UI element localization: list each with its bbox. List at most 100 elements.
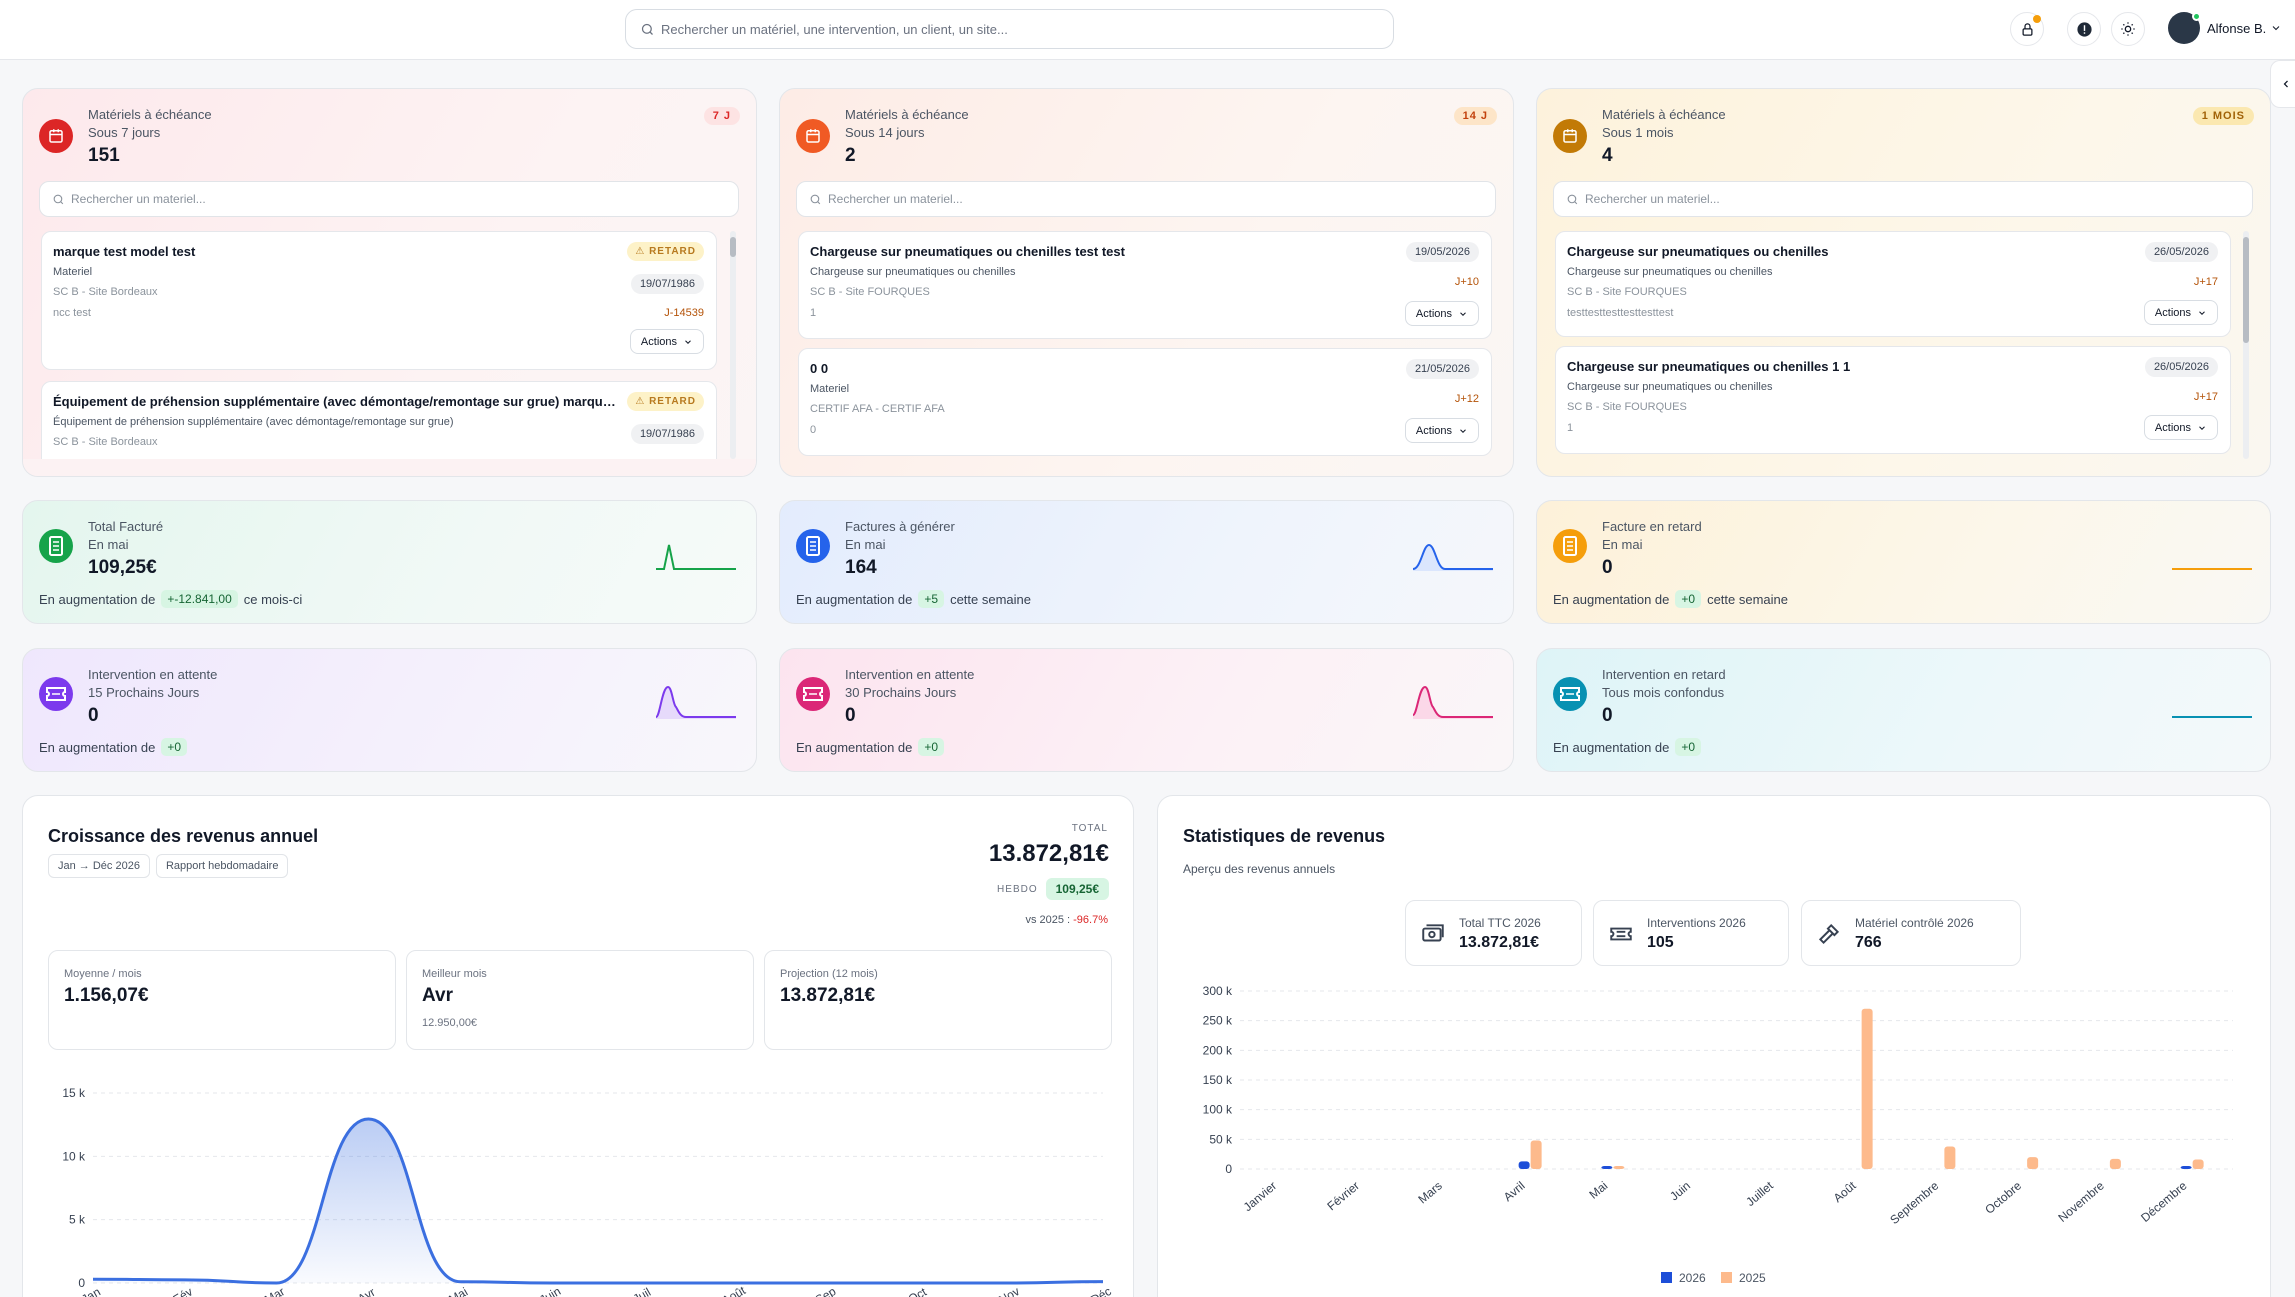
x-tick-label: Mai [1586, 1179, 1610, 1202]
list-item[interactable]: Chargeuse sur pneumatiques ou chenilles … [798, 231, 1492, 339]
status-label: RETARD [649, 396, 696, 407]
mini-stat-moyenne: Moyenne / mois 1.156,07€ [48, 950, 396, 1050]
hebdo-row: HEBDO 109,25€ [997, 878, 1109, 900]
item-title: Équipement de préhension supplémentaire … [53, 394, 618, 409]
kpi-icon [1553, 677, 1587, 711]
bar-2025 [1530, 1140, 1542, 1169]
card-subtitle: Aperçu des revenus annuels [1183, 862, 1336, 876]
materiel-search-input[interactable]: Rechercher un materiel... [1553, 181, 2253, 217]
actions-button[interactable]: Actions [1404, 301, 1479, 326]
x-tick-label: Juin [537, 1284, 563, 1297]
card-count: 151 [88, 145, 120, 166]
list-scrollbar[interactable] [2243, 231, 2249, 459]
kpi-title: Factures à générer [845, 519, 955, 534]
alert-icon [2076, 21, 2092, 37]
chevron-left-icon [2283, 80, 2288, 88]
chevron-down-icon [2272, 26, 2280, 31]
list-item[interactable]: Chargeuse sur pneumatiques ou chenilles … [1555, 346, 2231, 454]
kpi-title: Intervention en attente [88, 667, 218, 682]
period-chip[interactable]: Jan → Déc 2026 [48, 854, 150, 878]
x-tick-label: Avril [1501, 1179, 1528, 1205]
x-tick-label: Fév [171, 1284, 195, 1297]
item-ref: J+17 [2193, 391, 2218, 403]
trend-delta: +0 [161, 738, 188, 756]
x-tick-label: Mai [446, 1285, 470, 1297]
status-badge: ⚠ RETARD [627, 392, 704, 411]
global-search-input[interactable]: Rechercher un matériel, une intervention… [625, 9, 1394, 49]
invoice-icon [1553, 529, 1587, 563]
kpi-value: 0 [845, 705, 856, 726]
item-type: Chargeuse sur pneumatiques ou chenilles [810, 266, 1016, 278]
stat-interventions: Interventions 2026 105 [1593, 900, 1789, 966]
trend-suffix: ce mois-ci [243, 591, 303, 607]
y-tick-label: 250 k [1203, 1014, 1233, 1028]
materiel-search-input[interactable]: Rechercher un materiel... [796, 181, 1496, 217]
x-tick-label: Juin [1667, 1179, 1693, 1204]
hebdo-value: 109,25€ [1045, 878, 1109, 900]
mini-value: Avr [422, 985, 453, 1006]
bar-2025 [2027, 1157, 2039, 1169]
actions-button[interactable]: Actions [2143, 415, 2218, 440]
top-bar: Rechercher un matériel, une intervention… [0, 0, 2295, 60]
status-badge: ⚠ RETARD [627, 242, 704, 261]
sidebar-collapse-button[interactable] [2270, 60, 2295, 108]
item-date: 26/05/2026 [2144, 242, 2218, 262]
user-menu[interactable]: Alfonse B. [2168, 12, 2282, 44]
card-subtitle: Sous 1 mois [1602, 125, 1674, 140]
kpi-icon [39, 677, 73, 711]
theme-toggle-button[interactable] [2111, 12, 2145, 46]
list-item[interactable]: 0 0 21/05/2026 Materiel J+12 CERTIF AFA … [798, 348, 1492, 456]
actions-label: Actions [1415, 424, 1452, 437]
x-tick-label: Octobre [1982, 1178, 2024, 1216]
list-scrollbar[interactable] [730, 231, 736, 459]
kpi-title: Intervention en retard [1602, 667, 1726, 682]
x-tick-label: Juil [631, 1285, 654, 1297]
period-badge: 14 J [1453, 107, 1497, 125]
kpi-sparkline [656, 685, 736, 719]
item-title: Chargeuse sur pneumatiques ou chenilles [1567, 244, 1829, 259]
kpi-intervention-30-jours: Intervention en attente 30 Prochains Jou… [779, 648, 1514, 772]
y-tick-label: 0 [1225, 1162, 1232, 1176]
sparkline-path [656, 544, 736, 570]
invoice-icon [796, 529, 830, 563]
item-site: CERTIF AFA - CERTIF AFA [810, 403, 945, 415]
echeance-card-1-month: Matériels à échéance Sous 1 mois 4 1 MOI… [1536, 88, 2271, 477]
chevron-down-icon [1460, 428, 1466, 433]
x-tick-label: Oct [906, 1284, 930, 1297]
chevron-down-icon [2199, 310, 2205, 315]
item-type: Chargeuse sur pneumatiques ou chenilles [1567, 381, 1773, 393]
lock-button[interactable] [2010, 12, 2044, 46]
item-site: SC B - Site Bordeaux [53, 286, 158, 298]
actions-button[interactable]: Actions [629, 329, 704, 354]
item-date: 19/07/1986 [630, 424, 704, 444]
ticket-icon [1610, 927, 1632, 941]
x-tick-label: Juillet [1743, 1178, 1776, 1209]
actions-button[interactable]: Actions [1404, 418, 1479, 443]
alert-button[interactable] [2067, 12, 2101, 46]
area-fill [93, 1118, 1103, 1283]
list-item[interactable]: Chargeuse sur pneumatiques ou chenilles … [1555, 231, 2231, 337]
bar-2026 [2180, 1166, 2192, 1169]
stat-total-ttc: Total TTC 2026 13.872,81€ [1405, 900, 1582, 966]
revenue-stats-card: Statistiques de revenus Aperçu des reven… [1157, 795, 2271, 1297]
scrollbar-thumb[interactable] [730, 237, 736, 257]
card-count: 2 [845, 145, 856, 166]
x-tick-label: Décembre [2138, 1178, 2190, 1225]
item-ref: J+10 [1454, 276, 1479, 288]
search-placeholder: Rechercher un materiel... [1585, 192, 1720, 206]
actions-label: Actions [2154, 421, 2191, 434]
stat-value: 13.872,81€ [1459, 934, 1540, 951]
x-tick-label: Février [1324, 1179, 1362, 1214]
card-count: 4 [1602, 145, 1613, 166]
trend-delta: +0 [918, 738, 945, 756]
kpi-facture-en-retard: Facture en retard En mai 0 En augmentati… [1536, 500, 2271, 624]
materiel-search-input[interactable]: Rechercher un materiel... [39, 181, 739, 217]
report-chip[interactable]: Rapport hebdomadaire [155, 854, 289, 878]
list-item[interactable]: marque test model test ⚠ RETARD Materiel… [41, 231, 717, 370]
actions-button[interactable]: Actions [2143, 300, 2218, 325]
trend-prefix: En augmentation de [1553, 591, 1670, 607]
scrollbar-thumb[interactable] [2243, 237, 2249, 343]
mini-label: Projection (12 mois) [780, 968, 878, 980]
trend-prefix: En augmentation de [39, 591, 156, 607]
y-tick-label: 10 k [62, 1149, 86, 1163]
